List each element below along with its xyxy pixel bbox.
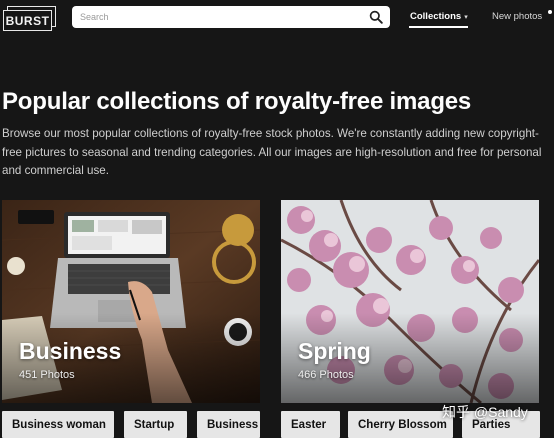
collection-card-business[interactable]: Business 451 Photos <box>2 200 260 403</box>
page-description: Browse our most popular collections of r… <box>2 127 542 177</box>
collection-count: 451 Photos <box>19 369 75 381</box>
search-input[interactable] <box>72 6 362 28</box>
nav-new-photos[interactable]: New photos <box>492 11 542 22</box>
collection-count: 466 Photos <box>298 369 354 381</box>
page-title: Popular collections of royalty-free imag… <box>2 88 472 115</box>
burst-logo[interactable]: BURST <box>3 6 56 31</box>
chevron-down-icon: ▾ <box>464 14 468 21</box>
collection-name: Spring <box>298 338 371 364</box>
notification-dot <box>548 10 552 14</box>
nav-collections-label: Collections <box>410 11 462 22</box>
logo-text: BURST <box>3 10 52 31</box>
tag-cherry-blossom[interactable]: Cherry Blossom <box>348 411 453 438</box>
collection-name: Business <box>19 338 122 364</box>
top-navigation: BURST Collections▾ New photos <box>0 0 554 40</box>
tag-business-woman[interactable]: Business woman <box>2 411 114 438</box>
active-nav-underline <box>409 26 468 28</box>
search-icon[interactable] <box>369 10 383 24</box>
watermark: 知乎 @Sandy <box>442 404 528 420</box>
collection-card-spring[interactable]: Spring 466 Photos <box>281 200 539 403</box>
tag-business[interactable]: Business <box>197 411 260 438</box>
tag-startup[interactable]: Startup <box>124 411 187 438</box>
tag-easter[interactable]: Easter <box>281 411 340 438</box>
nav-collections[interactable]: Collections ▾ <box>410 11 468 22</box>
search-bar <box>72 6 390 28</box>
